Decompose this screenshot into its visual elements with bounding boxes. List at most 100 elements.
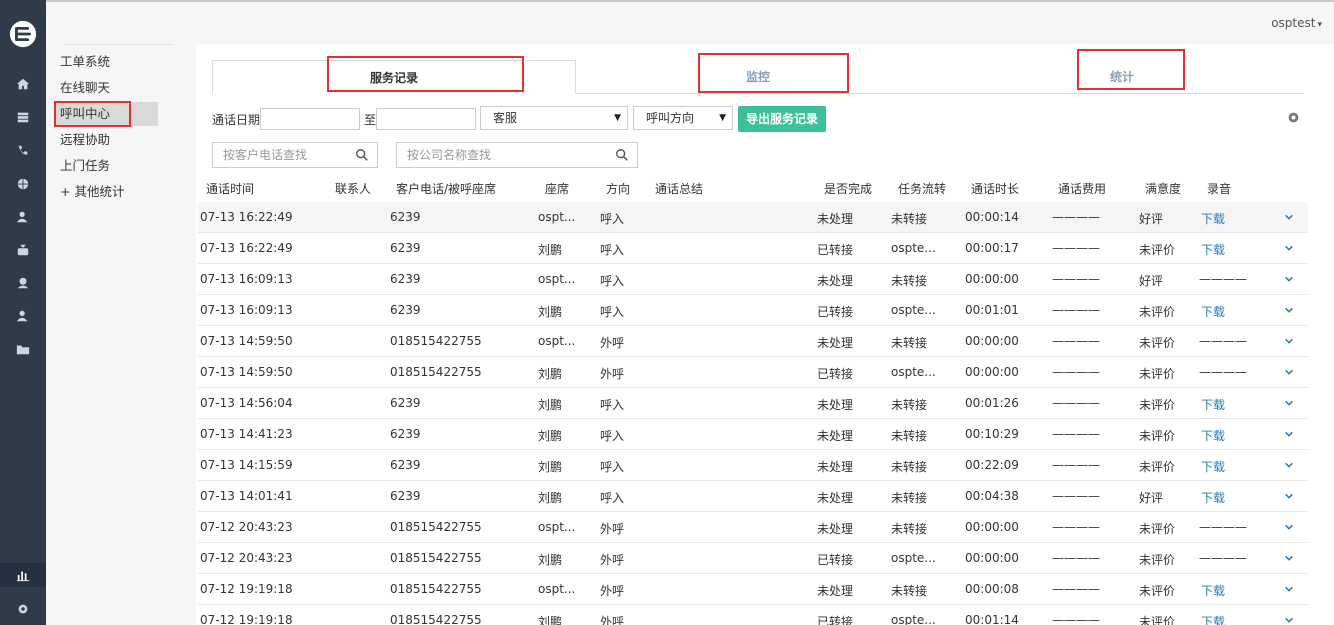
col-duration[interactable]: 通话时长 [971,180,1019,197]
agent-icon[interactable] [0,271,46,295]
agent-select-value: 客服 [493,111,518,125]
col-contact[interactable]: 联系人 [335,180,371,197]
table-row[interactable]: 07-13 16:09:13 6239 ospt... 呼入 未处理 未转接 00:00:0… [198,264,1308,295]
table-row[interactable]: 07-13 14:59:50 018515422755 ospt... 外呼 未处理 未转… [198,326,1308,357]
col-direction[interactable]: 方向 [606,180,630,197]
table-row[interactable]: 07-13 14:15:59 6239 刘鹏 呼入 未处理 未转接 00:22:09 ————… [198,450,1308,481]
chevron-down-icon[interactable] [1284,242,1296,254]
download-link[interactable]: 下载 [1201,458,1225,475]
money-bag-icon[interactable] [0,238,46,262]
download-link[interactable]: 下载 [1201,613,1225,625]
chevron-down-icon[interactable] [1284,211,1296,223]
sidebar-item-online-chat[interactable]: 在线聊天 [60,76,110,100]
col-satisfaction[interactable]: 满意度 [1145,180,1181,197]
search-icon[interactable] [355,148,369,162]
col-cost[interactable]: 通话费用 [1058,180,1106,197]
sidebar-item-remote-assist[interactable]: 远程协助 [60,128,110,152]
table-row[interactable]: 07-12 19:19:18 018515422755 刘鹏 外呼 已转接 ospte..… [198,605,1308,625]
col-agent[interactable]: 座席 [545,180,569,197]
cell-call-time: 07-13 14:59:50 [200,334,293,348]
cell-satisfaction: 未评价 [1139,553,1176,567]
chevron-down-icon[interactable] [1284,490,1296,502]
download-link[interactable]: 下载 [1201,241,1225,258]
gear-icon[interactable] [1287,111,1303,127]
download-link[interactable]: 下载 [1201,489,1225,506]
download-link[interactable]: 下载 [1201,303,1225,320]
table-row[interactable]: 07-13 14:59:50 018515422755 刘鹏 外呼 已转接 ospte..… [198,357,1308,388]
phone-icon[interactable] [0,139,46,163]
table-row[interactable]: 07-13 16:09:13 6239 刘鹏 呼入 已转接 ospte... 00:01:0… [198,295,1308,326]
logo[interactable] [4,12,42,56]
col-call-time[interactable]: 通话时间 [206,180,254,197]
cell-phone: 6239 [390,396,421,410]
settings-icon[interactable] [0,597,46,621]
download-link[interactable]: 下载 [1201,582,1225,599]
direction-select[interactable]: 呼叫方向 ▼ [633,106,733,130]
chevron-down-icon[interactable] [1284,304,1296,316]
cell-cost: ———— [1052,427,1100,441]
sidebar-item-onsite-task[interactable]: 上门任务 [60,154,110,178]
username: osptest [1271,16,1316,30]
chevron-down-icon[interactable] [1284,552,1296,564]
folder-icon[interactable] [0,337,46,361]
download-link[interactable]: 下载 [1201,210,1225,227]
cell-cost: ———— [1052,210,1100,224]
list-icon[interactable] [0,105,46,129]
company-search-input[interactable] [397,143,637,167]
sidebar-item-call-center[interactable]: 呼叫中心 [54,102,158,126]
chevron-down-icon[interactable] [1284,335,1296,347]
chevron-down-icon[interactable] [1284,521,1296,533]
col-phone[interactable]: 客户电话/被呼座席 [396,180,496,197]
table-row[interactable]: 07-12 20:43:23 018515422755 刘鹏 外呼 已转接 ospte..… [198,543,1308,574]
col-completed[interactable]: 是否完成 [824,180,872,197]
cell-completed: 已转接 [817,615,854,625]
col-recording[interactable]: 录音 [1207,180,1231,197]
chevron-down-icon[interactable] [1284,273,1296,285]
user-manage-icon[interactable] [0,304,46,328]
table-row[interactable]: 07-13 14:41:23 6239 刘鹏 呼入 未处理 未转接 00:10:29 ————… [198,419,1308,450]
table-row[interactable]: 07-13 14:56:04 6239 刘鹏 呼入 未处理 未转接 00:01:26 ————… [198,388,1308,419]
chevron-down-icon[interactable] [1284,614,1296,625]
chevron-down-icon[interactable] [1284,397,1296,409]
chevron-down-icon[interactable] [1284,583,1296,595]
col-transfer[interactable]: 任务流转 [898,180,946,197]
tab-statistics[interactable]: 统计 [940,60,1304,94]
cell-phone: 6239 [390,427,421,441]
cell-transfer: 未转接 [891,336,928,350]
cell-transfer: 未转接 [891,460,928,474]
home-icon[interactable] [0,72,46,96]
cell-completed: 已转接 [817,367,854,381]
start-date-input[interactable] [260,108,360,130]
search-icon[interactable] [615,148,629,162]
cell-completed: 未处理 [817,460,854,474]
col-summary[interactable]: 通话总结 [655,180,703,197]
download-link[interactable]: 下载 [1201,427,1225,444]
table-row[interactable]: 07-13 14:01:41 6239 刘鹏 呼入 未处理 未转接 00:04:38 ————… [198,481,1308,512]
cell-satisfaction: 未评价 [1139,243,1176,257]
table-row[interactable]: 07-13 16:22:49 6239 刘鹏 呼入 已转接 ospte... 00:00:1… [198,233,1308,264]
user-menu[interactable]: osptest ▾ [1271,16,1322,30]
cell-agent: 刘鹏 [538,429,563,443]
download-link[interactable]: 下载 [1201,396,1225,413]
user-icon[interactable] [0,205,46,229]
sidebar-item-ticket-system[interactable]: 工单系统 [60,50,110,74]
chevron-down-icon[interactable] [1284,428,1296,440]
export-records-button[interactable]: 导出服务记录 [738,106,826,132]
tab-monitor[interactable]: 监控 [576,60,940,94]
phone-search-input[interactable] [213,143,377,167]
filter-bar: 通话日期 至 客服 ▼ 呼叫方向 ▼ 导出服务记录 [212,106,1312,132]
table-row[interactable]: 07-12 20:43:23 018515422755 ospt... 外呼 未处理 未转… [198,512,1308,543]
agent-select[interactable]: 客服 ▼ [480,106,628,130]
icon-rail [0,0,46,625]
table-row[interactable]: 07-12 19:19:18 018515422755 ospt... 外呼 未处理 未转… [198,574,1308,605]
sidebar-item-other-stats[interactable]: + 其他统计 [60,180,124,204]
table-row[interactable]: 07-13 16:22:49 6239 ospt... 呼入 未处理 未转接 00:00:1… [198,202,1308,233]
dropdown-arrow-icon: ▼ [614,113,621,123]
chevron-down-icon[interactable] [1284,366,1296,378]
end-date-input[interactable] [376,108,476,130]
tab-service-records[interactable]: 服务记录 [212,60,576,94]
cell-direction: 呼入 [600,243,625,257]
bar-chart-icon[interactable] [0,563,46,587]
globe-icon[interactable] [0,172,46,196]
chevron-down-icon[interactable] [1284,459,1296,471]
